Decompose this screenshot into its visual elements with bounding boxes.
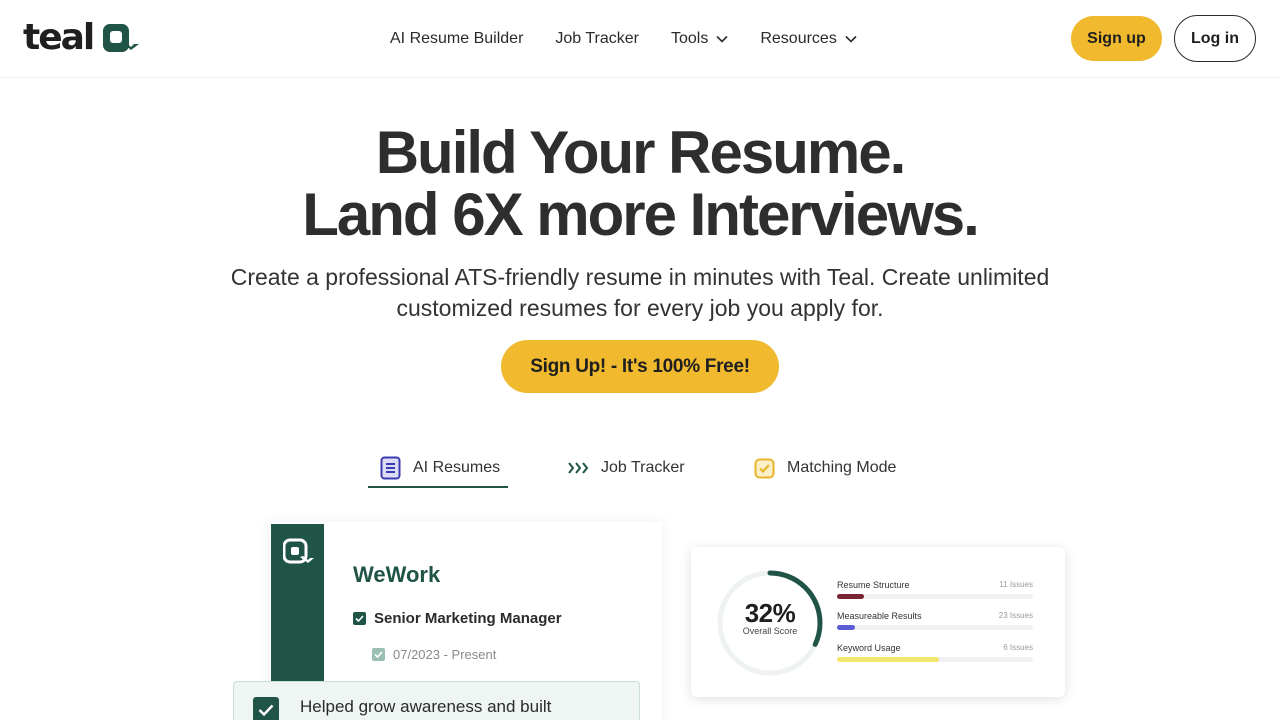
metric-count: 6 Issues: [1003, 643, 1033, 652]
teal-logo[interactable]: teal: [23, 18, 141, 58]
job-date-row: 07/2023 - Present: [372, 647, 496, 662]
login-button[interactable]: Log in: [1174, 15, 1256, 62]
chevron-down-icon: [845, 35, 857, 43]
job-date: 07/2023 - Present: [393, 647, 497, 662]
nav-ai-resume-builder[interactable]: AI Resume Builder: [390, 28, 523, 50]
hero-subtitle-line2: customized resumes for every job you app…: [396, 295, 884, 321]
tab-label: Job Tracker: [601, 459, 685, 476]
nav-item-label: Tools: [670, 30, 709, 47]
tab-matching-mode[interactable]: Matching Mode: [754, 448, 896, 488]
metric-fill: [837, 594, 865, 599]
metric-track: [837, 657, 1033, 662]
checkbox-icon: [754, 458, 775, 479]
overall-score-value: 32%: [744, 598, 796, 628]
metric-fill: [837, 625, 855, 630]
metric-name: Resume Structure: [837, 580, 910, 590]
nav-item-label: AI Resume Builder: [390, 30, 524, 47]
nav-tools[interactable]: Tools: [671, 28, 728, 50]
hero-title: Build Your Resume. Land 6X more Intervie…: [0, 122, 1280, 246]
hero-title-line1: Build Your Resume.: [375, 119, 907, 186]
metric-track: [837, 625, 1033, 630]
metric-fill: [837, 657, 939, 662]
tab-ai-resumes[interactable]: AI Resumes: [380, 448, 500, 488]
feature-tabs: AI Resumes Job Tracker Matching Mode: [0, 448, 1280, 490]
teal-logo-icon: [103, 24, 140, 52]
chevron-down-icon: [716, 35, 728, 43]
company-name: WeWork: [353, 562, 441, 587]
overall-score-label: Overall Score: [742, 626, 798, 636]
nav-item-label: Job Tracker: [555, 30, 639, 47]
hero-subtitle: Create a professional ATS-friendly resum…: [190, 262, 1090, 324]
signup-button[interactable]: Sign up: [1071, 16, 1162, 61]
job-title-row: Senior Marketing Manager: [353, 610, 562, 627]
nav-resources[interactable]: Resources: [760, 28, 857, 50]
document-icon: [380, 456, 401, 480]
metric-count: 23 Issues: [998, 611, 1033, 620]
tab-job-tracker[interactable]: Job Tracker: [568, 448, 685, 488]
metric-track: [837, 594, 1033, 599]
resume-bullet-text: Helped grow awareness and built: [300, 697, 552, 716]
hero-subtitle-line1: Create a professional ATS-friendly resum…: [230, 264, 1050, 290]
site-header: teal AI Resume Builder Job Tracker Tools…: [0, 0, 1280, 78]
chevrons-right-icon: [568, 461, 589, 475]
hero-title-line2: Land 6X more Interviews.: [302, 181, 980, 248]
nav-item-label: Resources: [760, 30, 837, 47]
tab-label: Matching Mode: [787, 459, 897, 476]
nav-job-tracker[interactable]: Job Tracker: [555, 28, 639, 50]
job-title: Senior Marketing Manager: [374, 610, 562, 627]
checkbox-checked-icon[interactable]: [253, 697, 279, 720]
metric-name: Measureable Results: [837, 611, 922, 621]
logo-wordmark: teal: [23, 17, 95, 58]
checkbox-checked-icon[interactable]: [353, 612, 366, 625]
tab-label: AI Resumes: [413, 459, 501, 476]
metric-name: Keyword Usage: [837, 643, 901, 653]
teal-logo-icon: [283, 538, 314, 564]
hero-signup-cta-button[interactable]: Sign Up! - It's 100% Free!: [501, 340, 779, 393]
metric-count: 11 Issues: [999, 580, 1033, 589]
active-tab-indicator: [368, 486, 508, 488]
checkbox-checked-icon[interactable]: [372, 648, 385, 661]
main-nav: AI Resume Builder Job Tracker Tools Reso…: [390, 28, 889, 50]
